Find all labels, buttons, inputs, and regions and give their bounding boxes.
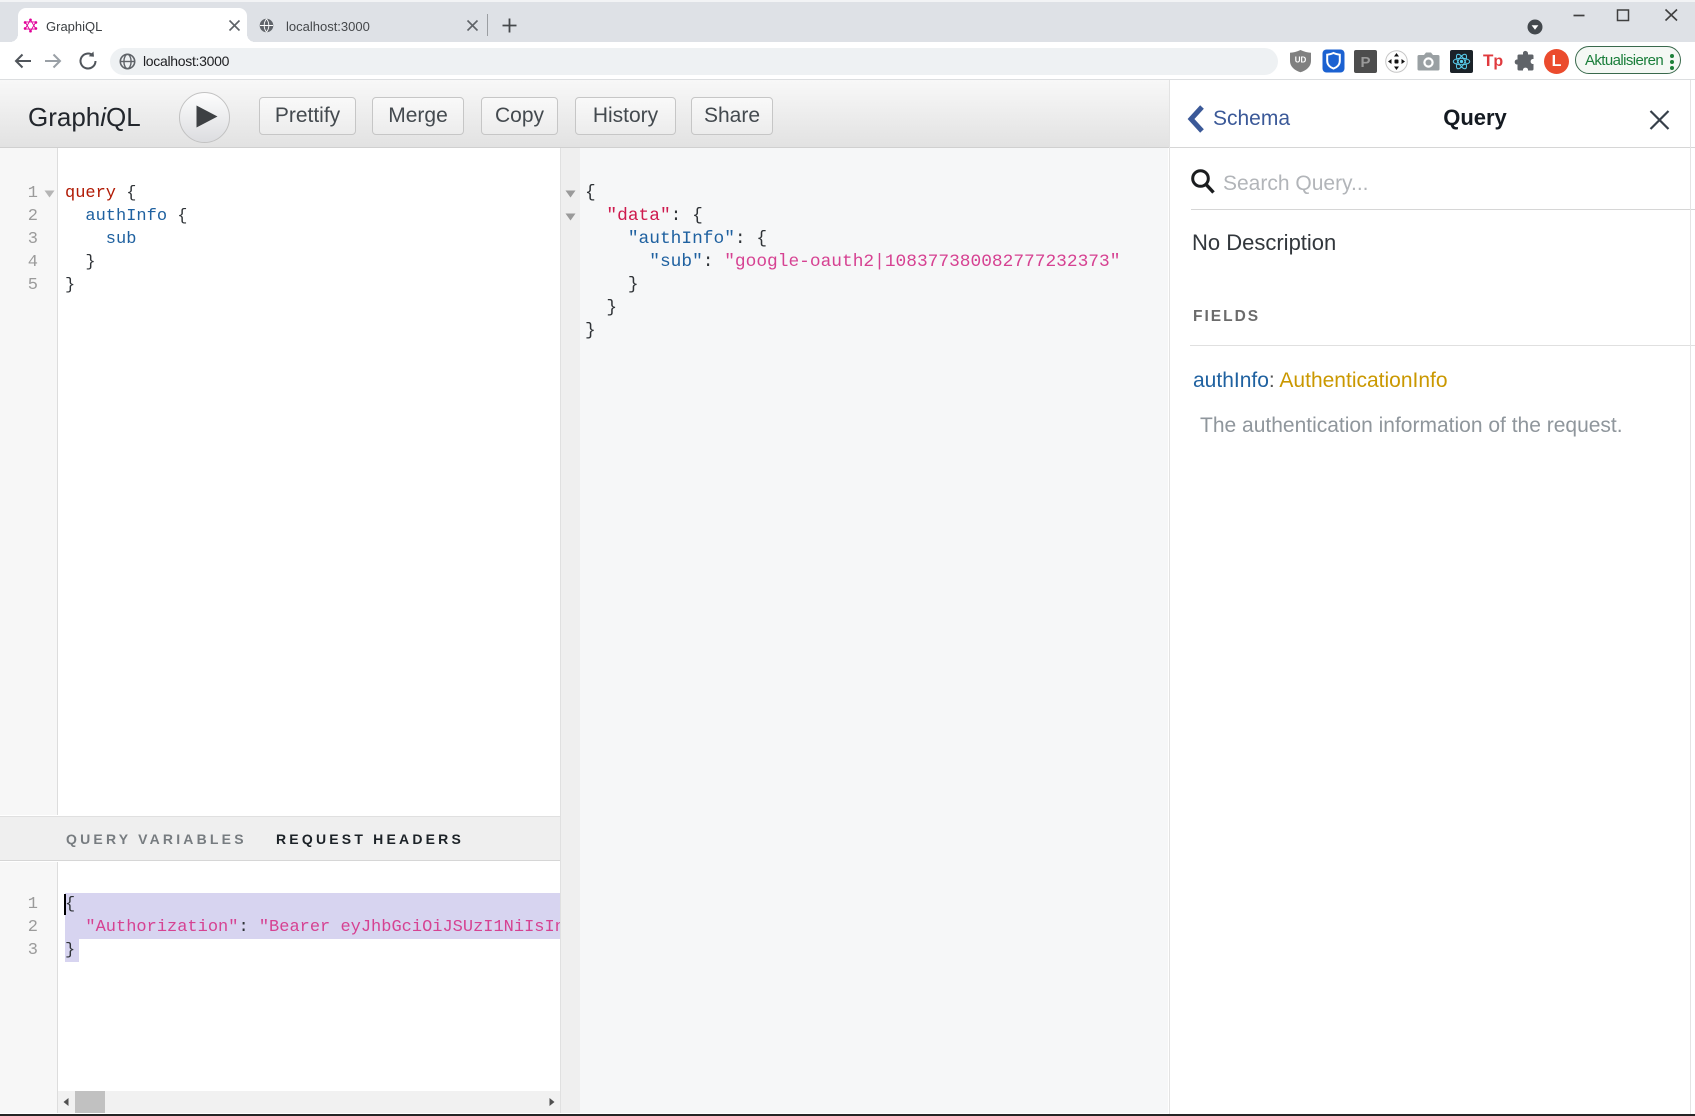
svg-text:P: P (1360, 54, 1370, 71)
svg-text:UD: UD (1295, 56, 1307, 65)
